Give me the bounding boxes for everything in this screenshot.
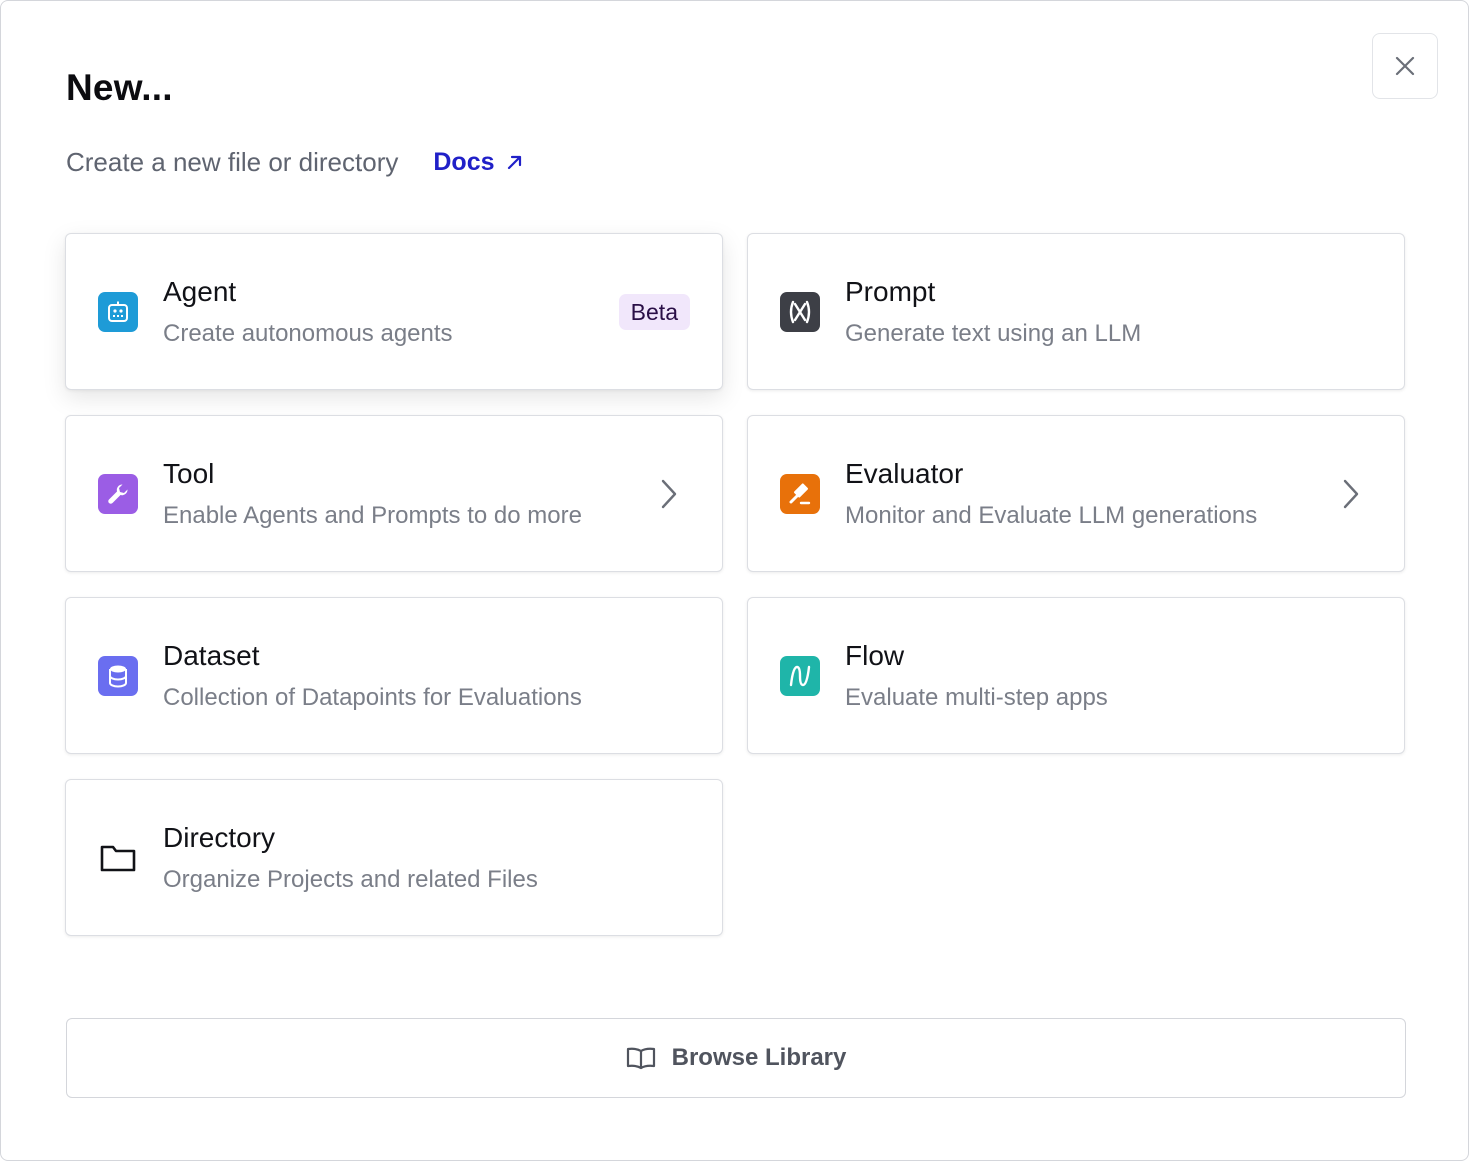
- card-prompt-title: Prompt: [845, 276, 936, 307]
- gavel-icon: [780, 474, 820, 514]
- card-dataset-title: Dataset: [163, 640, 260, 671]
- prompt-icon: [780, 292, 820, 332]
- chevron-right-icon: [1336, 478, 1366, 510]
- book-icon: [626, 1047, 655, 1070]
- card-dataset-description: Collection of Datapoints for Evaluations: [163, 684, 582, 711]
- robot-icon: [98, 292, 138, 332]
- card-evaluator[interactable]: Evaluator Monitor and Evaluate LLM gener…: [747, 415, 1405, 572]
- docs-link-label: Docs: [433, 147, 495, 176]
- flow-icon: [780, 656, 820, 696]
- card-tool-title: Tool: [163, 458, 215, 489]
- dialog-subtitle: Create a new file or directory: [66, 146, 399, 177]
- card-flow[interactable]: Flow Evaluate multi-step apps: [747, 597, 1405, 754]
- card-flow-description: Evaluate multi-step apps: [845, 684, 1108, 711]
- external-arrow-icon: [507, 155, 521, 170]
- close-icon: [1395, 56, 1415, 76]
- card-evaluator-title: Evaluator: [845, 458, 964, 489]
- card-directory-title: Directory: [163, 822, 276, 853]
- folder-icon: [98, 838, 138, 878]
- database-icon: [98, 656, 138, 696]
- card-tool-description: Enable Agents and Prompts to do more: [163, 502, 582, 529]
- close-button[interactable]: [1372, 33, 1438, 99]
- card-agent-title: Agent: [163, 276, 237, 307]
- docs-link[interactable]: Docs: [433, 148, 524, 177]
- card-flow-title: Flow: [845, 640, 905, 671]
- card-dataset[interactable]: Dataset Collection of Datapoints for Eva…: [65, 597, 723, 754]
- card-prompt[interactable]: Prompt Generate text using an LLM: [747, 233, 1405, 390]
- new-file-dialog: New... Create a new file or directory Do…: [0, 0, 1469, 1161]
- card-prompt-description: Generate text using an LLM: [845, 320, 1142, 347]
- dialog-title: New...: [66, 67, 173, 108]
- browse-library-button[interactable]: Browse Library: [66, 1018, 1406, 1098]
- card-agent-description: Create autonomous agents: [163, 320, 453, 347]
- subtitle-row: Create a new file or directory Docs: [66, 145, 525, 179]
- beta-badge: Beta: [618, 294, 690, 330]
- card-tool[interactable]: Tool Enable Agents and Prompts to do mor…: [65, 415, 723, 572]
- wrench-icon: [98, 474, 138, 514]
- card-directory-description: Organize Projects and related Files: [163, 866, 538, 893]
- chevron-right-icon: [654, 478, 684, 510]
- browse-library-label: Browse Library: [671, 1044, 847, 1071]
- card-agent[interactable]: Agent Create autonomous agents Beta: [65, 233, 723, 390]
- card-directory[interactable]: Directory Organize Projects and related …: [65, 779, 723, 936]
- card-evaluator-description: Monitor and Evaluate LLM generations: [845, 502, 1258, 529]
